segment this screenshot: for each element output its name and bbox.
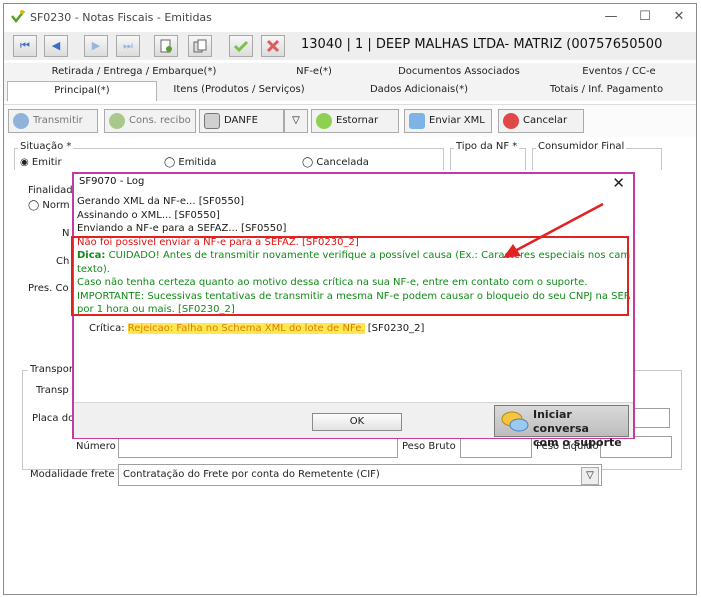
modalidade-frete-value: Contratação do Frete por conta do Remete… <box>123 469 380 480</box>
tab-strip-top: Retirada / Entrega / Embarque(*) NF-e(*)… <box>4 63 696 81</box>
new-document-icon <box>160 39 172 53</box>
chevron-down-icon: ▽ <box>292 115 300 126</box>
tab-totais-pagamento[interactable]: Totais / Inf. Pagamento <box>524 81 689 99</box>
transportadora-label: Transp <box>36 385 69 396</box>
modalidade-frete-label: Modalidade frete <box>30 469 115 480</box>
copy-icon <box>193 39 207 53</box>
cancelar-button[interactable]: Cancelar <box>498 109 584 133</box>
chave-label: Ch <box>56 256 70 267</box>
prev-record-button[interactable]: ◀ <box>44 35 68 57</box>
new-record-button[interactable] <box>154 35 178 57</box>
tab-principal[interactable]: Principal(*) <box>7 81 157 101</box>
chat-label-line2: com o suporte <box>533 436 622 449</box>
x-icon <box>266 39 280 53</box>
tipo-nf-label: Tipo da NF * <box>454 141 520 152</box>
numero-label: Número <box>76 441 116 452</box>
copy-record-button[interactable] <box>188 35 212 57</box>
transporte-label: Transpor <box>28 364 76 375</box>
chat-bubble-icon <box>501 411 529 432</box>
estornar-button[interactable]: Estornar <box>311 109 399 133</box>
danfe-dropdown-button[interactable]: ▽ <box>284 109 308 133</box>
tab-dados-adicionais[interactable]: Dados Adicionais(*) <box>334 81 504 99</box>
dialog-footer: OK Iniciar conversa com o suporte <box>74 402 633 449</box>
chevron-down-icon[interactable]: ▽ <box>581 467 599 485</box>
tab-retirada-entrega[interactable]: Retirada / Entrega / Embarque(*) <box>14 63 254 81</box>
gear-icon <box>109 113 125 129</box>
cons-recibo-button[interactable]: Cons. recibo <box>104 109 196 133</box>
app-check-icon <box>11 10 25 23</box>
tab-nfe[interactable]: NF-e(*) <box>254 63 374 81</box>
transmitir-button[interactable]: Transmitir <box>8 109 98 133</box>
record-identifier: 13040 | 1 | DEEP MALHAS LTDA- MATRIZ (00… <box>301 37 663 52</box>
close-button[interactable]: ✕ <box>664 6 694 28</box>
send-xml-icon <box>409 113 425 129</box>
main-window: SF0230 - Notas Fiscais - Emitidas — ☐ ✕ … <box>3 3 697 595</box>
title-bar: SF0230 - Notas Fiscais - Emitidas — ☐ ✕ <box>4 4 696 31</box>
ok-button[interactable]: OK <box>312 413 402 431</box>
critica-line: Crítica: Rejeicao: Falha no Schema XML d… <box>77 322 630 336</box>
enviar-xml-button[interactable]: Enviar XML <box>404 109 492 133</box>
consumidor-final-label: Consumidor Final <box>536 141 627 152</box>
danfe-button[interactable]: DANFE <box>199 109 284 133</box>
presenca-label: Pres. Co <box>28 283 69 294</box>
critica-reason: Rejeicao: Falha no Schema XML do lote de… <box>127 322 365 334</box>
situacao-group <box>14 148 444 170</box>
situacao-label: Situação * <box>18 141 74 152</box>
check-icon <box>233 40 249 53</box>
tab-documentos-associados[interactable]: Documentos Associados <box>374 63 544 81</box>
record-toolbar: ⏮ ◀ ▶ ⏭ 13040 | 1 | DEEP MALHAS LTDA- MA… <box>4 32 696 60</box>
critica-code: [SF0230_2] <box>364 322 425 334</box>
refresh-icon <box>13 113 29 129</box>
critica-label: Crítica: <box>89 322 128 334</box>
minimize-button[interactable]: — <box>596 6 626 28</box>
numero-nf-label: N <box>62 228 70 239</box>
finalidade-label: Finalidad <box>28 185 73 196</box>
situacao-emitida-radio[interactable]: ◯ Emitida <box>164 157 216 168</box>
dialog-close-button[interactable]: ✕ <box>612 174 625 192</box>
action-bar: Transmitir Cons. recibo DANFE ▽ Estornar… <box>4 104 696 137</box>
save-button[interactable] <box>229 35 253 57</box>
chat-label-line1: Iniciar conversa <box>533 408 589 435</box>
situacao-emitir-radio[interactable]: ◉ Emitir <box>20 157 62 168</box>
placa-label: Placa do <box>32 413 75 424</box>
dialog-title: SF9070 - Log <box>79 176 145 187</box>
window-title: SF0230 - Notas Fiscais - Emitidas <box>30 11 212 24</box>
peso-bruto-input[interactable] <box>460 436 532 458</box>
numero-input[interactable] <box>118 436 398 458</box>
peso-bruto-label: Peso Bruto <box>402 441 456 452</box>
tab-strip-bottom: Principal(*) Itens (Produtos / Serviços)… <box>4 81 696 101</box>
maximize-button[interactable]: ☐ <box>630 6 660 28</box>
first-record-button[interactable]: ⏮ <box>13 35 37 57</box>
finalidade-normal-radio[interactable]: ◯ Norm <box>28 200 70 211</box>
tab-eventos-cce[interactable]: Eventos / CC-e <box>549 63 689 81</box>
tab-itens[interactable]: Itens (Produtos / Serviços) <box>164 81 314 99</box>
next-record-button[interactable]: ▶ <box>84 35 108 57</box>
printer-icon <box>204 113 220 129</box>
annotation-arrow-icon <box>503 202 604 258</box>
start-support-chat-button[interactable]: Iniciar conversa com o suporte <box>494 405 629 449</box>
last-record-button[interactable]: ⏭ <box>116 35 140 57</box>
modalidade-frete-select[interactable]: Contratação do Frete por conta do Remete… <box>118 464 602 486</box>
discard-button[interactable] <box>261 35 285 57</box>
undo-icon <box>316 113 332 129</box>
situacao-cancelada-radio[interactable]: ◯ Cancelada <box>302 157 369 168</box>
cancel-icon <box>503 113 519 129</box>
